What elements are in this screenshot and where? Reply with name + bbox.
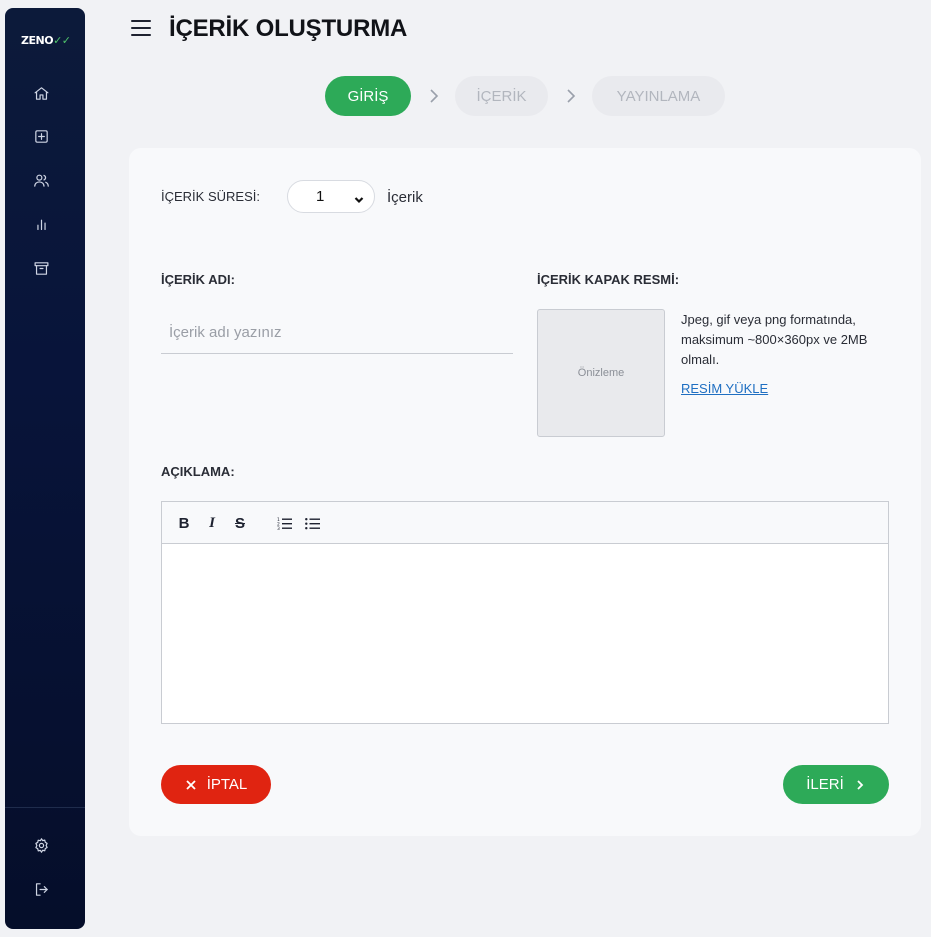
- duration-label: İÇERİK SÜRESİ:: [161, 189, 260, 204]
- description-label: AÇIKLAMA:: [161, 464, 235, 479]
- chevron-right-icon: [428, 86, 440, 106]
- sidebar: ZENO✓✓: [5, 8, 85, 929]
- add-content-icon[interactable]: [30, 125, 52, 147]
- cancel-button[interactable]: İPTAL: [161, 765, 271, 804]
- archive-icon[interactable]: [30, 257, 52, 279]
- logo-check-mark: ✓✓: [53, 34, 71, 47]
- step-yayinlama[interactable]: YAYINLAMA: [592, 76, 725, 116]
- cover-label: İÇERİK KAPAK RESMİ:: [537, 272, 680, 287]
- logo[interactable]: ZENO✓✓: [21, 34, 71, 47]
- svg-text:3: 3: [277, 526, 280, 530]
- upload-image-link[interactable]: RESİM YÜKLE: [681, 381, 768, 396]
- duration-value: 1: [316, 188, 325, 205]
- bullet-list-icon[interactable]: [303, 514, 321, 532]
- duration-unit: İçerik: [387, 189, 423, 206]
- strikethrough-button[interactable]: S: [231, 514, 249, 532]
- bold-button[interactable]: B: [175, 514, 193, 532]
- stats-icon[interactable]: [30, 213, 52, 235]
- logo-text: ZENO: [21, 34, 54, 47]
- menu-icon[interactable]: [131, 20, 151, 36]
- next-button[interactable]: İLERİ: [783, 765, 889, 804]
- chevron-right-icon: [854, 779, 866, 791]
- page-title: İÇERİK OLUŞTURMA: [169, 15, 408, 42]
- logout-icon[interactable]: [30, 878, 52, 900]
- editor-text-area[interactable]: [162, 544, 888, 724]
- cancel-label: İPTAL: [206, 776, 248, 793]
- duration-select[interactable]: 1: [287, 180, 375, 213]
- chevron-right-icon: [565, 86, 577, 106]
- italic-button[interactable]: I: [203, 514, 221, 532]
- description-editor: B I S 123: [161, 501, 889, 724]
- home-icon[interactable]: [30, 82, 52, 104]
- chevron-down-icon: [354, 192, 364, 204]
- form-card: İÇERİK SÜRESİ: 1 İçerik İÇERİK ADI: İÇER…: [129, 148, 921, 836]
- step-giris[interactable]: GİRİŞ: [325, 76, 411, 116]
- preview-text: Önizleme: [577, 367, 625, 379]
- next-label: İLERİ: [806, 776, 844, 793]
- cover-info-text: Jpeg, gif veya png formatında, maksimum …: [681, 312, 868, 367]
- name-label: İÇERİK ADI:: [161, 272, 235, 287]
- settings-icon[interactable]: [30, 834, 52, 856]
- ordered-list-icon[interactable]: 123: [275, 514, 293, 532]
- users-icon[interactable]: [30, 169, 52, 191]
- close-icon: [185, 779, 197, 791]
- editor-toolbar: B I S 123: [162, 502, 888, 544]
- content-name-input[interactable]: [161, 312, 513, 354]
- sidebar-divider: [5, 807, 85, 808]
- cover-preview: Önizleme: [537, 309, 665, 437]
- step-icerik[interactable]: İÇERİK: [455, 76, 548, 116]
